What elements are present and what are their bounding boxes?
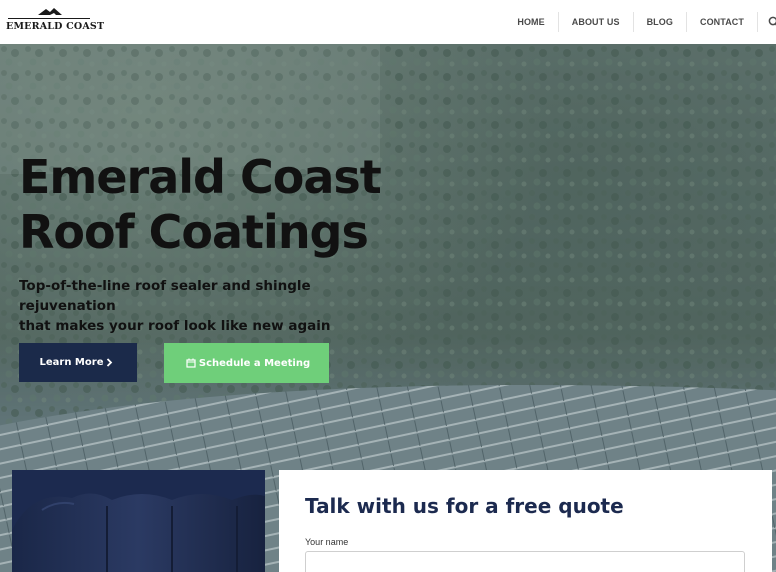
quote-form-panel: Talk with us for a free quote Your name [279, 470, 772, 572]
name-field-label: Your name [305, 537, 349, 547]
nav-home[interactable]: HOME [504, 12, 559, 32]
hero-subtitle-line1: Top-of-the-line roof sealer and shingle … [19, 278, 311, 314]
hero-title-line2: Roof Coatings [19, 205, 369, 259]
roof-logo-icon [38, 8, 62, 15]
hero-title-line1: Emerald Coast [19, 150, 382, 204]
schedule-meeting-button[interactable]: Schedule a Meeting [164, 343, 329, 383]
nav-blog[interactable]: BLOG [634, 12, 687, 32]
nav-about-us[interactable]: ABOUT US [559, 12, 634, 32]
quote-title: Talk with us for a free quote [305, 494, 624, 518]
hero-section: Emerald Coast Roof Coatings Top-of-the-l… [0, 44, 776, 572]
logo-text: EMERALD COAST [6, 21, 105, 32]
hero-subtitle-line2: that makes your roof look like new again [19, 318, 331, 334]
learn-more-button[interactable]: Learn More [19, 343, 137, 382]
learn-more-label: Learn More [39, 357, 104, 368]
chevron-right-icon [107, 358, 113, 367]
name-field[interactable] [305, 551, 745, 572]
search-icon [768, 16, 776, 26]
schedule-meeting-label: Schedule a Meeting [198, 357, 311, 369]
hero-title: Emerald Coast Roof Coatings [19, 150, 439, 260]
main-nav: HOME ABOUT US BLOG CONTACT [504, 0, 776, 44]
roof-tiles-illustration [12, 470, 265, 572]
calendar-icon [186, 358, 196, 368]
hero-subtitle: Top-of-the-line roof sealer and shingle … [19, 276, 399, 336]
roof-tile-image [12, 470, 265, 572]
logo-rule [8, 18, 90, 19]
logo[interactable]: EMERALD COAST [6, 6, 104, 36]
nav-contact[interactable]: CONTACT [687, 12, 758, 32]
site-header: EMERALD COAST HOME ABOUT US BLOG CONTACT [0, 0, 776, 44]
search-button[interactable] [758, 12, 776, 32]
